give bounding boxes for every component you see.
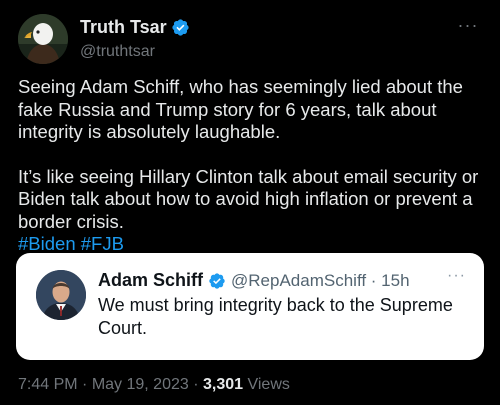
tweet-header: Truth Tsar @truthtsar ··· [18, 14, 484, 76]
tweet-time[interactable]: 7:44 PM [18, 376, 78, 393]
author-avatar[interactable] [18, 14, 68, 64]
author-name-row: Truth Tsar [80, 17, 190, 38]
quoted-tweet[interactable]: Adam Schiff @RepAdamSchiff · 15h ··· We … [16, 253, 484, 360]
tweet-meta: 7:44 PM · May 19, 2023 · 3,301 Views [18, 376, 290, 394]
quoted-text: We must bring integrity back to the Supr… [98, 295, 453, 338]
tweet-date[interactable]: May 19, 2023 [92, 376, 189, 393]
views-label: Views [243, 376, 290, 393]
verified-badge-icon [209, 272, 225, 289]
views-count: 3,301 [202, 376, 244, 393]
more-options-icon[interactable]: ··· [454, 16, 482, 38]
meta-separator: · [188, 376, 203, 393]
meta-separator: · [77, 376, 92, 393]
author-names: Truth Tsar @truthtsar [80, 17, 190, 61]
quoted-author-avatar[interactable] [36, 270, 86, 320]
hashtag-link[interactable]: #Biden [18, 233, 76, 254]
tweet-paragraph-1: Seeing Adam Schiff, who has seemingly li… [18, 76, 463, 142]
author-handle[interactable]: @truthtsar [80, 43, 190, 61]
verified-badge-icon [172, 19, 189, 36]
tweet-paragraph-2: It’s like seeing Hillary Clinton talk ab… [18, 165, 479, 232]
person-portrait-icon [36, 270, 86, 320]
tweet-text: Seeing Adam Schiff, who has seemingly li… [18, 76, 488, 256]
quoted-handle-time[interactable]: @RepAdamSchiff · 15h [231, 271, 410, 291]
bald-eagle-icon [18, 14, 68, 64]
quoted-header: Adam Schiff @RepAdamSchiff · 15h [98, 270, 410, 291]
quoted-more-options-icon[interactable]: ··· [447, 267, 466, 285]
hashtag-link[interactable]: #FJB [81, 233, 124, 254]
author-display-name[interactable]: Truth Tsar [80, 17, 167, 38]
quoted-display-name[interactable]: Adam Schiff [98, 270, 203, 291]
